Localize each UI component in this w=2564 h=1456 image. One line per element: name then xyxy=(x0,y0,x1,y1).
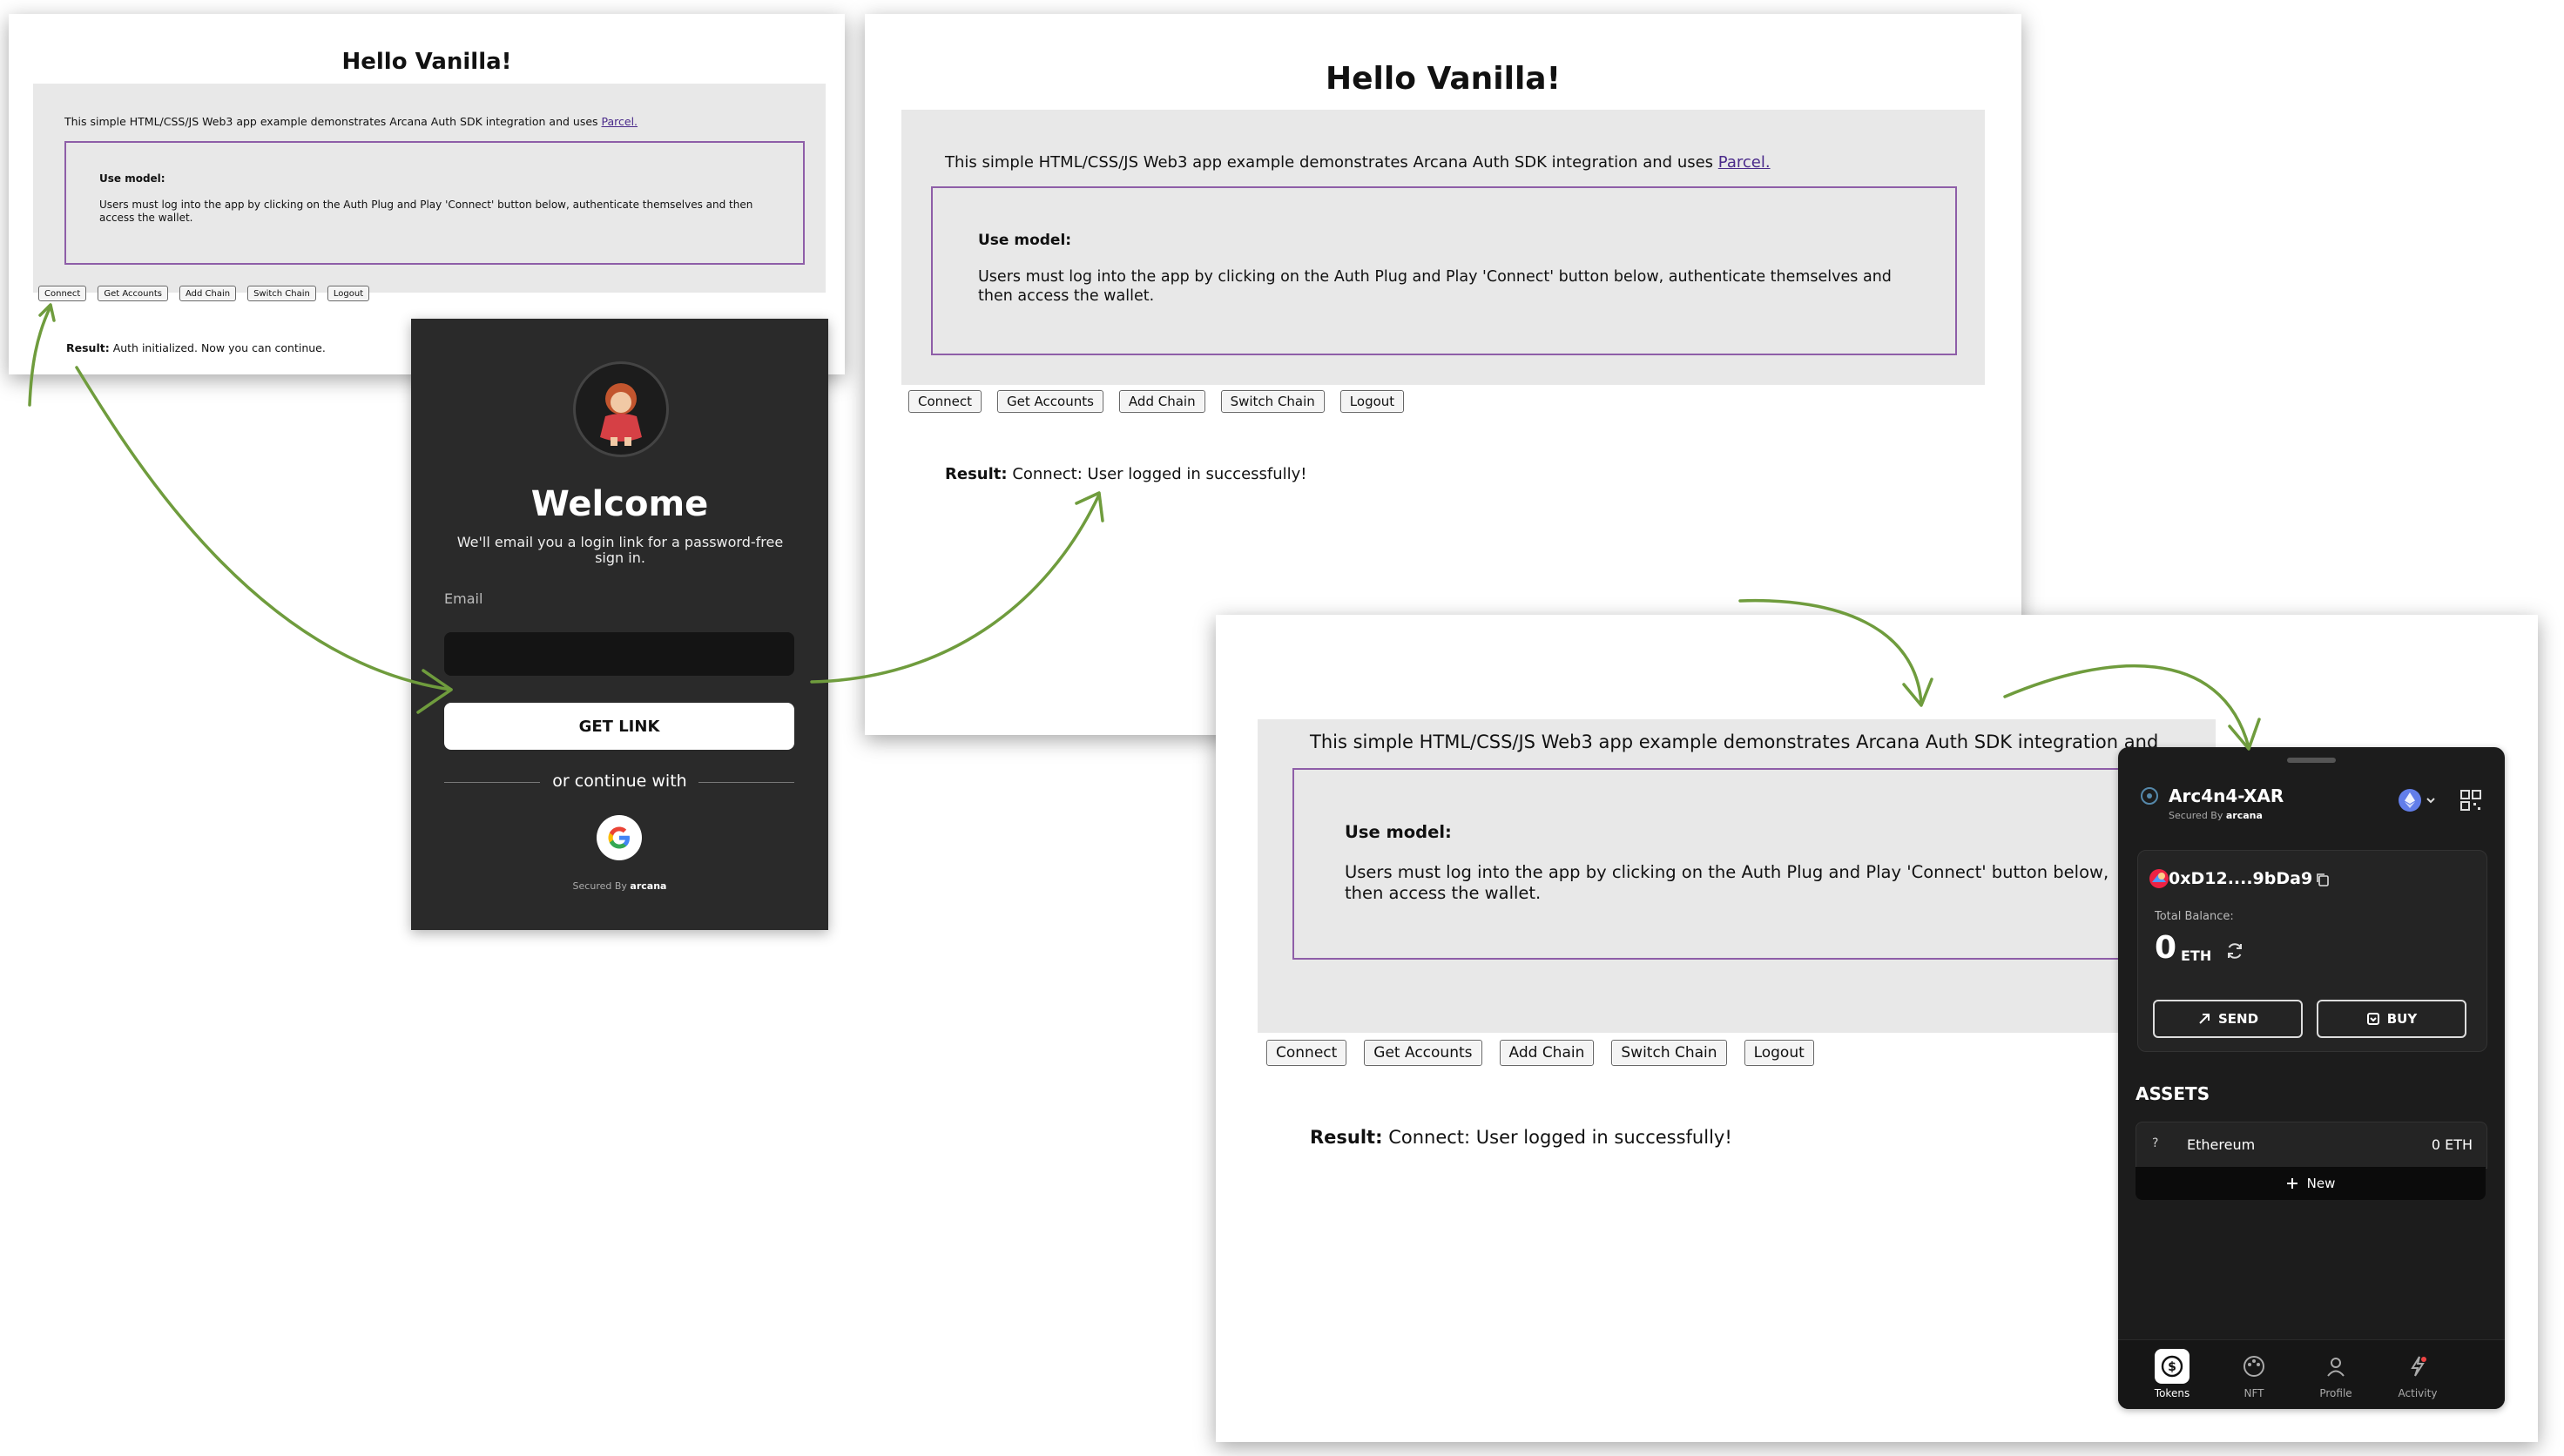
qr-code-icon[interactable] xyxy=(2459,789,2482,812)
result-text: Result: Connect: User logged in successf… xyxy=(945,465,1307,483)
login-popup: Welcome We'll email you a login link for… xyxy=(411,319,828,930)
nav-tokens[interactable]: $ Tokens xyxy=(2137,1349,2207,1399)
intro-text: This simple HTML/CSS/JS Web3 app example… xyxy=(1310,731,2159,752)
nav-nft[interactable]: NFT xyxy=(2219,1349,2289,1399)
app-logo xyxy=(573,361,669,457)
switch-chain-button[interactable]: Switch Chain xyxy=(1220,390,1325,413)
send-arrow-icon xyxy=(2199,1014,2210,1024)
content-panel: This simple HTML/CSS/JS Web3 app example… xyxy=(901,110,1985,385)
switch-chain-button[interactable]: Switch Chain xyxy=(247,286,316,301)
character-logo-icon xyxy=(600,383,642,446)
logout-button[interactable]: Logout xyxy=(1339,390,1405,413)
wallet-address: 0xD12....9bDa9 xyxy=(2169,869,2313,888)
or-continue-text: or continue with xyxy=(552,772,687,791)
new-asset-button[interactable]: New xyxy=(2136,1167,2486,1200)
switch-chain-button[interactable]: Switch Chain xyxy=(1611,1040,1727,1066)
total-balance-label: Total Balance: xyxy=(2155,910,2234,923)
content-panel: This simple HTML/CSS/JS Web3 app example… xyxy=(33,84,826,293)
arcana-logo-icon xyxy=(2141,787,2158,805)
action-buttons: Connect Get Accounts Add Chain Switch Ch… xyxy=(38,286,370,301)
plus-icon xyxy=(2286,1178,2297,1189)
asset-name: Ethereum xyxy=(2187,1136,2256,1153)
palette-icon xyxy=(2237,1349,2271,1384)
assets-heading: ASSETS xyxy=(2136,1083,2210,1104)
wallet-widget: Arc4n4-XAR Secured By arcana 0xD12....9b… xyxy=(2118,747,2505,1409)
nav-activity[interactable]: Activity xyxy=(2383,1349,2453,1399)
intro-text: This simple HTML/CSS/JS Web3 app example… xyxy=(945,153,1771,172)
buy-button[interactable]: BUY xyxy=(2317,1000,2466,1038)
arrow-to-login xyxy=(75,366,453,691)
use-model-title: Use model: xyxy=(99,172,165,185)
drag-handle[interactable] xyxy=(2287,758,2336,763)
connect-button[interactable]: Connect xyxy=(1266,1040,1347,1066)
page-title: Hello Vanilla! xyxy=(341,49,512,75)
svg-text:$: $ xyxy=(2168,1360,2176,1374)
action-buttons: Connect Get Accounts Add Chain Switch Ch… xyxy=(908,390,1405,413)
welcome-heading: Welcome xyxy=(530,484,709,524)
copy-icon[interactable] xyxy=(2315,872,2331,887)
send-button[interactable]: SEND xyxy=(2153,1000,2303,1038)
connect-button[interactable]: Connect xyxy=(38,286,87,301)
add-chain-button[interactable]: Add Chain xyxy=(1118,390,1205,413)
page-title: Hello Vanilla! xyxy=(1325,61,1562,97)
use-model-title: Use model: xyxy=(978,232,1072,249)
activity-icon xyxy=(2400,1349,2435,1384)
use-model-title: Use model: xyxy=(1345,822,1452,842)
logout-button[interactable]: Logout xyxy=(327,286,370,301)
wallet-secured-by: Secured By arcana xyxy=(2169,810,2263,821)
buy-icon xyxy=(2366,1013,2379,1025)
wallet-name: Arc4n4-XAR xyxy=(2169,785,2284,806)
use-model-box: Use model: Users must log into the app b… xyxy=(931,186,1957,355)
email-input[interactable] xyxy=(444,632,794,676)
google-login-button[interactable] xyxy=(597,815,642,860)
get-accounts-button[interactable]: Get Accounts xyxy=(1364,1040,1482,1066)
balance-unit: ETH xyxy=(2181,947,2212,964)
email-label: Email xyxy=(444,590,483,607)
add-chain-button[interactable]: Add Chain xyxy=(179,286,237,301)
network-selector[interactable] xyxy=(2399,789,2437,812)
use-model-body: Users must log into the app by clicking … xyxy=(99,199,753,224)
arcana-brand: arcana xyxy=(630,880,667,892)
ethereum-icon xyxy=(2399,789,2421,812)
use-model-box: Use model: Users must log into the app b… xyxy=(1292,768,2254,960)
intro-text: This simple HTML/CSS/JS Web3 app example… xyxy=(64,115,638,128)
google-icon xyxy=(608,826,630,849)
refresh-icon[interactable] xyxy=(2224,940,2245,961)
use-model-box: Use model: Users must log into the app b… xyxy=(64,141,805,265)
use-model-body: Users must log into the app by clicking … xyxy=(978,268,1892,305)
parcel-link[interactable]: Parcel. xyxy=(602,115,638,128)
asset-row[interactable]: ? Ethereum 0 ETH xyxy=(2136,1122,2487,1169)
nav-profile[interactable]: Profile xyxy=(2301,1349,2371,1399)
tokens-icon: $ xyxy=(2155,1349,2190,1384)
bottom-nav: $ Tokens NFT Profile Activity xyxy=(2118,1339,2505,1409)
unknown-token-icon: ? xyxy=(2152,1136,2159,1150)
action-buttons: Connect Get Accounts Add Chain Switch Ch… xyxy=(1266,1040,1814,1066)
account-avatar-icon xyxy=(2149,869,2169,888)
content-panel: This simple HTML/CSS/JS Web3 app example… xyxy=(1258,719,2254,1033)
get-accounts-button[interactable]: Get Accounts xyxy=(98,286,168,301)
welcome-subtitle: We'll email you a login link for a passw… xyxy=(456,534,784,567)
add-chain-button[interactable]: Add Chain xyxy=(1499,1040,1595,1066)
get-link-button[interactable]: GET LINK xyxy=(444,703,794,750)
chevron-down-icon xyxy=(2426,798,2435,804)
asset-amount: 0 ETH xyxy=(2431,1136,2473,1153)
balance-value: 0 xyxy=(2155,930,2177,966)
result-text: Result: Auth initialized. Now you can co… xyxy=(66,341,326,354)
parcel-link[interactable]: Parcel. xyxy=(1718,153,1771,172)
logout-button[interactable]: Logout xyxy=(1744,1040,1814,1066)
get-accounts-button[interactable]: Get Accounts xyxy=(997,390,1103,413)
connect-button[interactable]: Connect xyxy=(908,390,982,413)
result-text: Result: Connect: User logged in successf… xyxy=(1310,1127,1732,1148)
secured-by-footer: Secured By arcana xyxy=(572,880,667,892)
profile-icon xyxy=(2318,1349,2353,1384)
